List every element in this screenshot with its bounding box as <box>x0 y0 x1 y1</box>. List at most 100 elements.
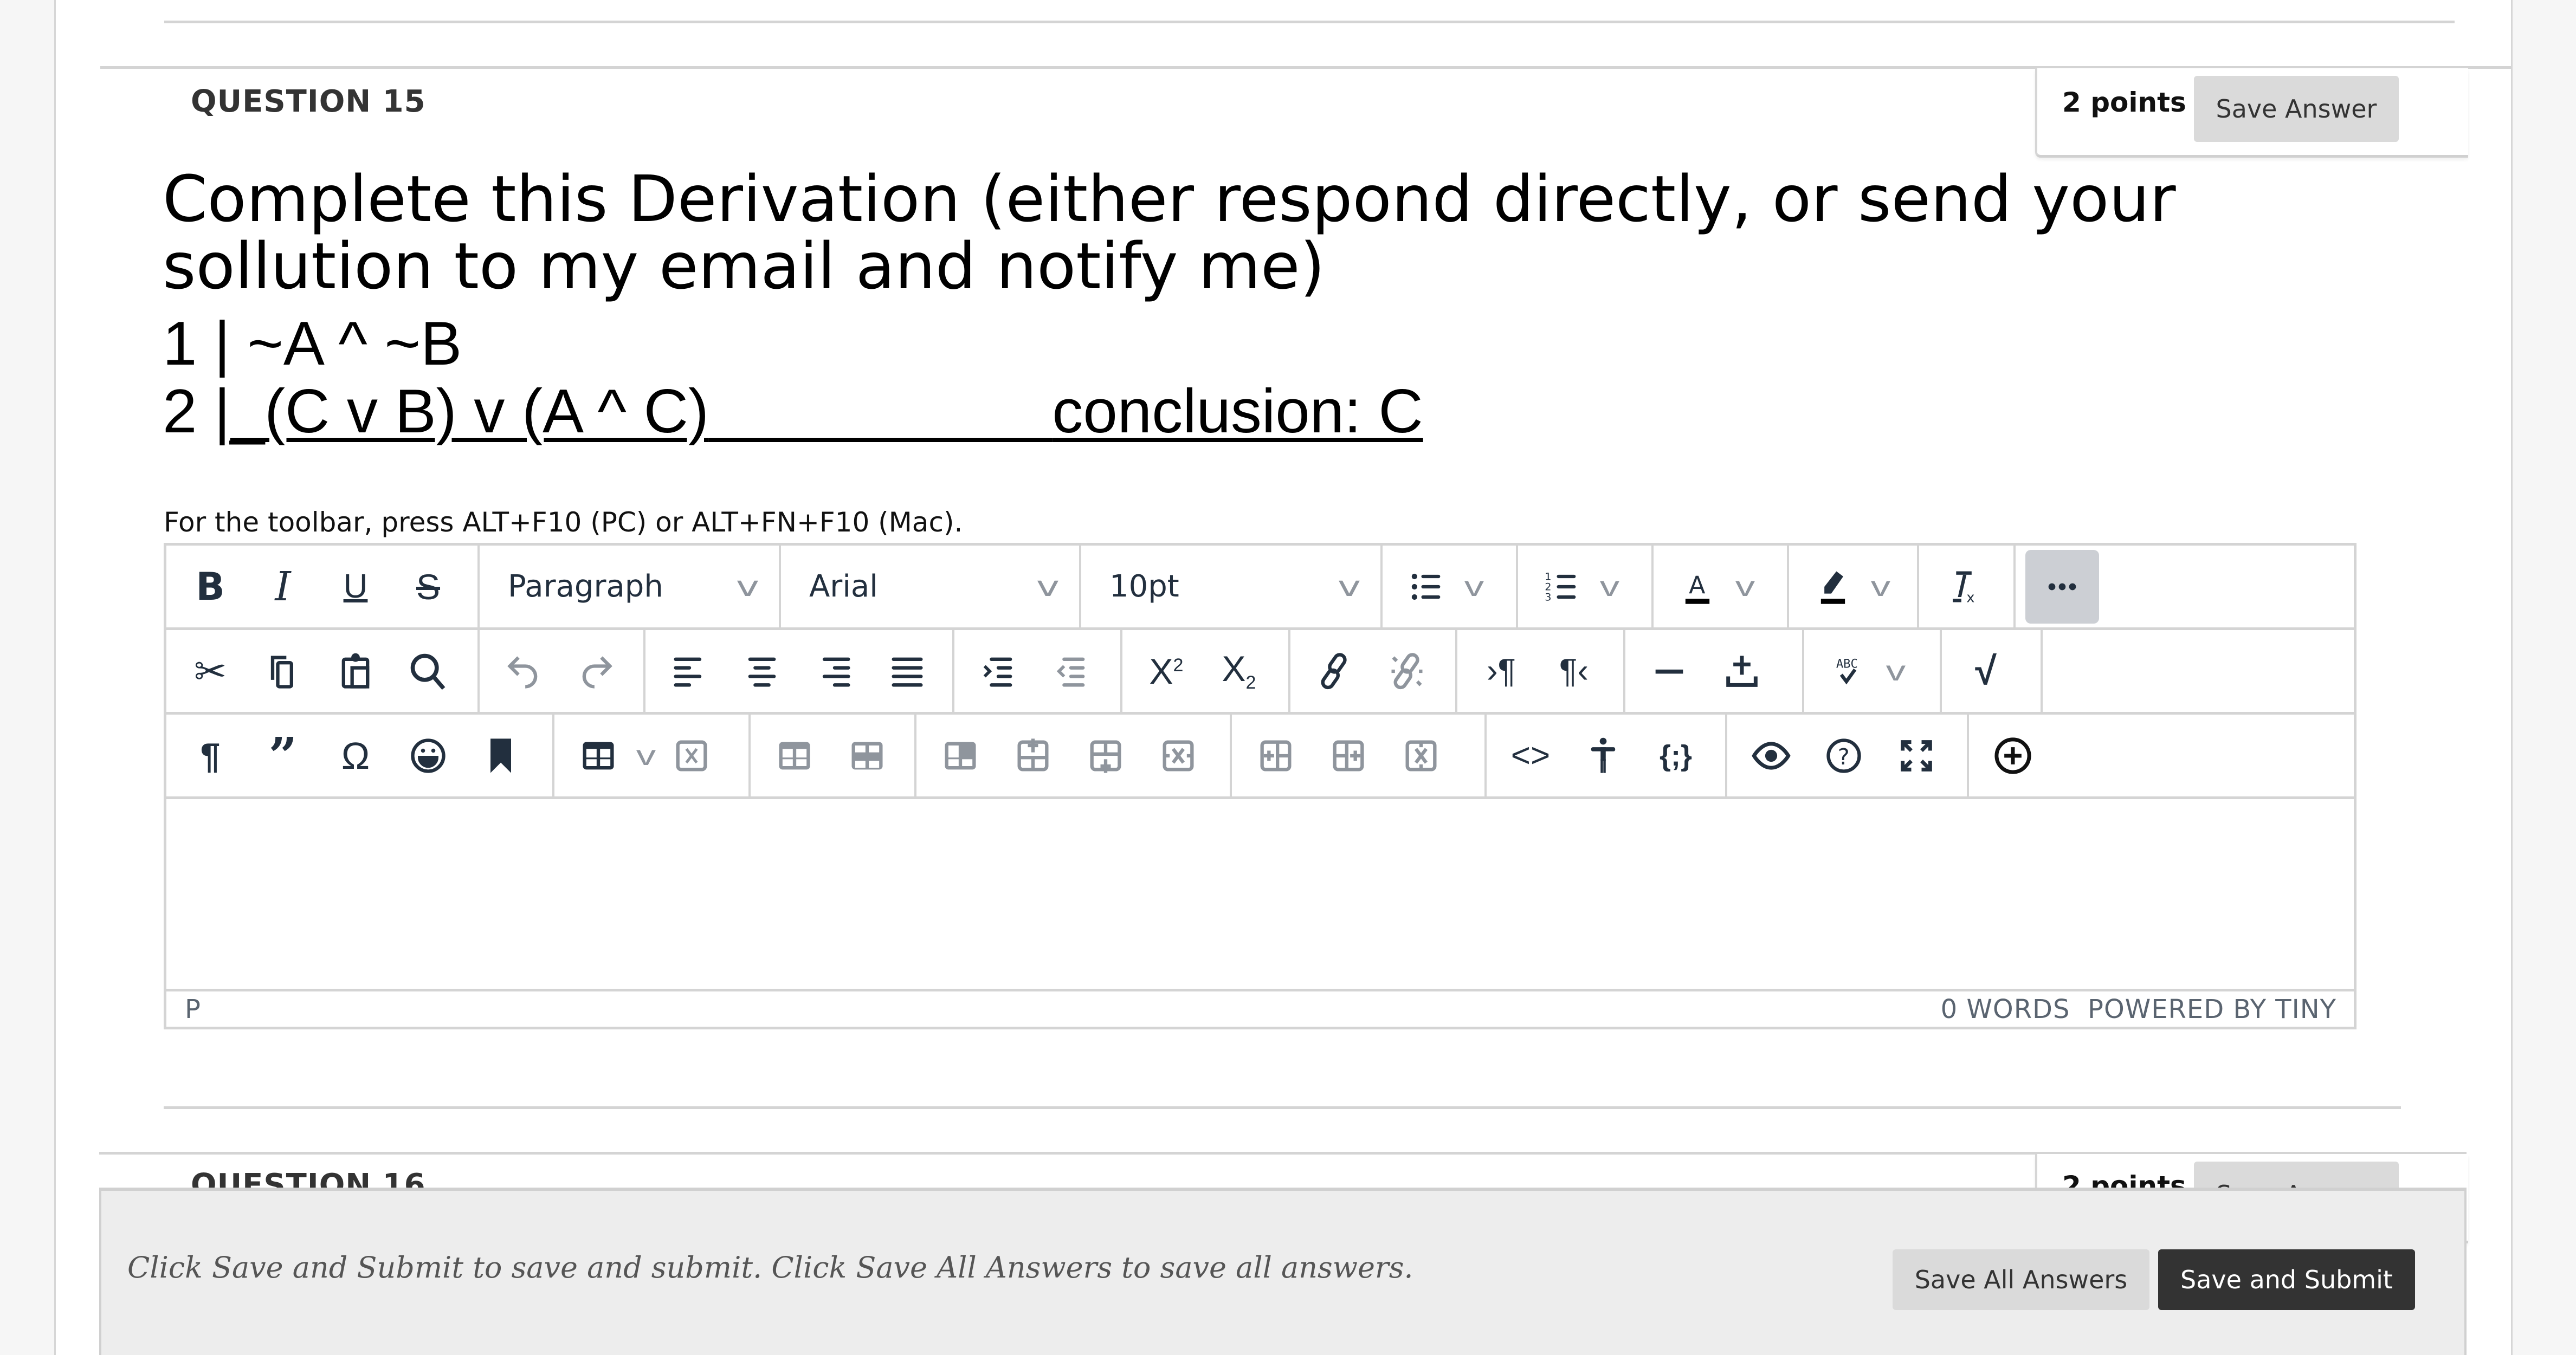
powered-by-tiny-link[interactable]: POWERED BY TINY <box>2088 994 2336 1025</box>
insert-row-after-icon <box>1090 740 1121 773</box>
view-group: ? <box>1727 715 1969 796</box>
emoticon-button[interactable] <box>394 722 462 790</box>
chevron-down-icon[interactable]: v <box>1886 655 1906 688</box>
italic-button[interactable]: I <box>249 553 317 621</box>
delete-table-button[interactable] <box>657 722 726 790</box>
table-button[interactable] <box>564 722 632 790</box>
insert-row-before-button[interactable] <box>999 722 1067 790</box>
question-prompt: Complete this Derivation (either respond… <box>163 161 2176 303</box>
unlink-button[interactable] <box>1373 637 1441 705</box>
table-col-group <box>1232 715 1487 796</box>
chevron-down-icon[interactable]: v <box>1871 570 1890 603</box>
subscript-button[interactable]: X2 <box>1205 637 1273 705</box>
undo-button[interactable] <box>489 637 558 705</box>
toolbar-hint: For the toolbar, press ALT+F10 (PC) or A… <box>164 507 963 538</box>
indent-group <box>954 630 1122 712</box>
paragraph-mark-button[interactable]: ¶ <box>176 722 244 790</box>
chevron-down-icon[interactable]: v <box>636 740 656 772</box>
chevron-down-icon[interactable]: v <box>1600 570 1619 603</box>
numbered-list-group: 123 v <box>1518 546 1654 627</box>
numbered-list-button[interactable]: 123 <box>1528 553 1596 621</box>
copy-button[interactable] <box>249 637 317 705</box>
cell-properties-button[interactable] <box>926 722 995 790</box>
insert-row-before-icon <box>1017 738 1049 771</box>
row-properties-button[interactable] <box>760 722 829 790</box>
svg-text:A: A <box>1689 572 1705 599</box>
link-group <box>1290 630 1457 712</box>
code-sample-button[interactable]: {;} <box>1642 722 1710 790</box>
font-size-value: 10pt <box>1109 569 1179 604</box>
editor-content-area[interactable] <box>166 799 2354 991</box>
horizontal-rule-button[interactable] <box>1635 637 1703 705</box>
fullscreen-button[interactable] <box>1882 722 1951 790</box>
text-color-group: A v <box>1654 546 1789 627</box>
outdent-button[interactable] <box>1037 637 1105 705</box>
text-color-button[interactable]: A <box>1663 553 1732 621</box>
font-size-select[interactable]: 10pt v <box>1081 546 1383 627</box>
align-right-button[interactable] <box>800 637 869 705</box>
element-path[interactable]: P <box>185 994 201 1025</box>
derivation-line-2: 2 |_(C v B) v (A ^ C) conclusion: C <box>163 379 1423 444</box>
blockquote-button[interactable]: ” <box>249 722 317 790</box>
spellcheck-button[interactable]: ABC <box>1814 637 1882 705</box>
save-and-submit-button[interactable]: Save and Submit <box>2158 1249 2415 1310</box>
delete-column-button[interactable] <box>1387 722 1455 790</box>
code-sample-icon: {;} <box>1659 739 1692 772</box>
insert-file-button[interactable] <box>1708 637 1776 705</box>
indent-button[interactable] <box>964 637 1032 705</box>
accessibility-button[interactable] <box>1569 722 1637 790</box>
strikethrough-button[interactable]: S <box>394 553 462 621</box>
font-family-value: Arial <box>809 569 878 604</box>
rtl-button[interactable]: ¶‹ <box>1540 637 1608 705</box>
insert-column-before-button[interactable] <box>1242 722 1310 790</box>
word-count[interactable]: 0 WORDS <box>1941 994 2070 1025</box>
insert-column-before-icon <box>1260 740 1292 771</box>
omega-icon: Ω <box>341 734 370 777</box>
chevron-down-icon[interactable]: v <box>1735 570 1755 603</box>
special-character-button[interactable]: Ω <box>321 722 390 790</box>
table-row-props-icon <box>779 742 810 769</box>
superscript-icon: X2 <box>1149 651 1184 691</box>
justify-button[interactable] <box>873 637 941 705</box>
paste-button[interactable] <box>321 637 390 705</box>
font-family-select[interactable]: Arial v <box>781 546 1081 627</box>
clear-formatting-button[interactable]: x <box>1929 553 1997 621</box>
more-button[interactable] <box>2025 549 2099 624</box>
help-button[interactable]: ? <box>1810 722 1878 790</box>
column-properties-button[interactable] <box>833 722 901 790</box>
save-answer-button[interactable]: Save Answer <box>2194 76 2399 142</box>
chevron-down-icon: v <box>1338 570 1361 603</box>
delete-row-button[interactable] <box>1144 722 1212 790</box>
align-left-button[interactable] <box>655 637 724 705</box>
bookmark-button[interactable] <box>467 722 535 790</box>
redo-button[interactable] <box>562 637 630 705</box>
source-code-icon: <> <box>1510 737 1551 774</box>
math-button[interactable]: √ <box>1952 637 2020 705</box>
bookmark-icon <box>490 738 511 773</box>
add-content-button[interactable] <box>1979 722 2047 790</box>
chevron-down-icon[interactable]: v <box>1464 570 1484 603</box>
find-replace-button[interactable] <box>394 637 462 705</box>
direction-group: ›¶ ¶‹ <box>1457 630 1625 712</box>
insert-row-after-button[interactable] <box>1071 722 1140 790</box>
insert-group <box>1625 630 1804 712</box>
superscript-button[interactable]: X2 <box>1132 637 1200 705</box>
ltr-button[interactable]: ›¶ <box>1467 637 1535 705</box>
source-code-button[interactable]: <> <box>1496 722 1565 790</box>
more-horizontal-icon <box>2048 583 2076 590</box>
highlight-button[interactable] <box>1799 553 1867 621</box>
save-all-answers-button[interactable]: Save All Answers <box>1893 1249 2149 1310</box>
align-center-button[interactable] <box>728 637 796 705</box>
rtl-icon: ¶‹ <box>1559 652 1589 690</box>
preview-button[interactable] <box>1737 722 1805 790</box>
submit-instructions: Click Save and Submit to save and submit… <box>127 1250 1413 1285</box>
insert-column-after-button[interactable] <box>1314 722 1383 790</box>
horizontal-rule-icon <box>1655 669 1683 673</box>
cut-button[interactable]: ✂ <box>176 637 244 705</box>
bold-button[interactable]: B <box>176 553 244 621</box>
block-format-select[interactable]: Paragraph v <box>480 546 781 627</box>
bullet-list-button[interactable] <box>1392 553 1461 621</box>
redo-icon <box>582 656 612 689</box>
link-button[interactable] <box>1300 637 1368 705</box>
underline-button[interactable]: U <box>321 553 390 621</box>
